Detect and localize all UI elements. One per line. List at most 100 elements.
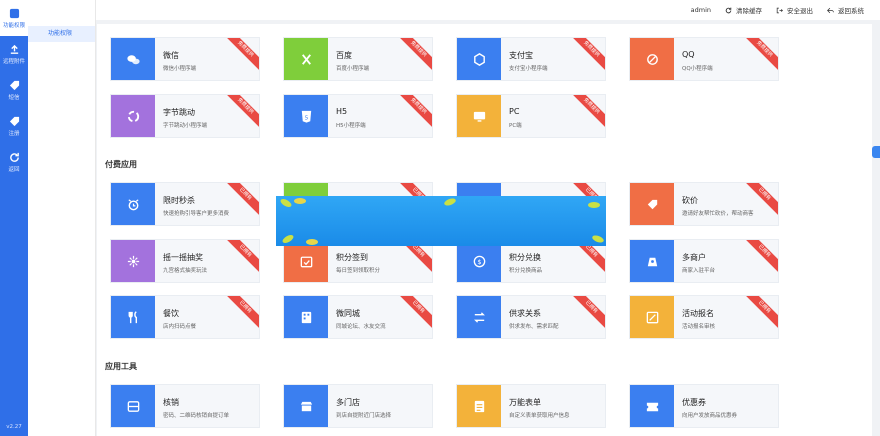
app-card-description: 供求发布、需求匹配 [509,324,559,330]
nav-item-remote-attachment[interactable]: 远程附件 [0,36,28,72]
app-card-description: 九宫格式抽奖玩法 [163,268,208,274]
signup-icon [630,296,674,338]
checkin-icon [284,240,328,282]
app-card-name: 摇一摇抽奖 [163,253,203,262]
leaf-decoration [591,234,605,244]
bargain-icon [630,183,674,225]
refresh-icon [9,152,19,162]
sub-nav: 功能权限 [28,0,96,436]
status-ribbon: 免费提供 [222,38,259,73]
app-card-name: 核销 [163,398,179,407]
app-card[interactable]: 供求关系 供求发布、需求匹配 已拥有 [456,295,606,339]
tag-icon [9,80,19,90]
app-card[interactable]: 万能表单 自定义表单获取用户信息 [456,384,606,428]
status-ribbon: 已拥有 [741,296,778,331]
leaf-decoration [281,233,295,245]
app-card-name: 多门店 [336,398,360,407]
app-card[interactable]: 多门店 到店自提附近门店选择 [283,384,433,428]
baidu-icon [284,38,328,80]
app-card[interactable]: 餐饮 店内扫码点餐 已拥有 [110,295,260,339]
app-card[interactable]: 微信 微信小程序端 免费提供 [110,37,260,81]
app-card-description: 同城论坛、水友交流 [336,324,386,330]
app-card-description: QQ小程序端 [682,66,713,72]
app-card[interactable]: 多商户 商家入驻平台 已拥有 [629,239,779,283]
nav-item-permissions[interactable]: 功能权限 [0,0,28,36]
logout-icon [776,7,783,13]
back-system-button[interactable]: 返回系统 [827,5,864,15]
leaf-decoration [588,202,600,208]
app-card[interactable]: 支付宝 支付宝小程序端 免费提供 [456,37,606,81]
leaf-decoration [294,198,306,204]
app-card-description: 字节跳动小程序端 [163,123,208,129]
main-nav: 功能权限 远程附件 短信 注册 返回 v2.27 [0,0,28,436]
side-float-button[interactable] [872,146,880,158]
status-ribbon: 免费提供 [395,95,432,130]
app-card-name: 万能表单 [509,398,541,407]
merchant-icon [630,240,674,282]
app-card-name: 优惠券 [682,398,706,407]
app-card-description: 店内扫码点餐 [163,324,197,330]
section-title-tools: 应用工具 [105,362,137,371]
status-ribbon: 已拥有 [395,296,432,331]
app-card[interactable]: 优惠券向用户发放商品优惠券 [629,384,779,428]
dining-icon [111,296,155,338]
app-card-description: 密码、二维码核销自提订单 [163,413,230,419]
nav-item-register[interactable]: 注册 [0,108,28,144]
app-card[interactable]: 核销密码、二维码核销自提订单 [110,384,260,428]
qq-icon [630,38,674,80]
alipay-icon [457,38,501,80]
city-icon [284,296,328,338]
app-card-name: H5 [336,107,348,116]
app-card-name: 百度 [336,51,352,60]
alarm-icon [111,183,155,225]
leaf-decoration [306,239,318,245]
leaf-decoration [279,197,293,209]
subnav-item-permissions[interactable]: 功能权限 [28,26,95,42]
status-ribbon: 免费提供 [741,38,778,73]
app-card-name: 字节跳动 [163,108,195,117]
banner-image [276,196,606,246]
app-card-name: QQ [682,50,695,59]
h5-icon: 5 [284,95,328,137]
app-card[interactable]: QQ QQ小程序端 免费提供 [629,37,779,81]
nav-item-back[interactable]: 返回 [0,144,28,180]
svg-text:$: $ [477,257,481,265]
logout-button[interactable]: 安全退出 [776,5,813,15]
app-card[interactable]: 微同城同城论坛、水友交流 已拥有 [283,295,433,339]
app-card-name: 微信 [163,51,179,60]
app-card-description: 邀请好友帮忙砍价，帮动商客 [682,211,754,217]
app-card-description: 百度小程序端 [336,66,370,72]
app-card[interactable]: 百度 百度小程序端 免费提供 [283,37,433,81]
status-ribbon: 已拥有 [741,240,778,275]
supply-icon [457,296,501,338]
lottery-icon [111,240,155,282]
app-card[interactable]: PC PC端 免费提供 [456,94,606,138]
app-card-description: 积分兑换商品 [509,268,543,274]
upload-icon [10,44,18,54]
app-card[interactable]: 活动报名 活动报名审核 已拥有 [629,295,779,339]
verify-icon [111,385,155,427]
app-card-description: 商家入驻平台 [682,268,716,274]
app-card-name: 微同城 [336,309,360,318]
status-ribbon: 已拥有 [222,240,259,275]
wechat-icon [111,38,155,80]
app-card[interactable]: 摇一摇抽奖九宫格式抽奖玩法 已拥有 [110,239,260,283]
app-card-name: 砍价 [682,196,698,205]
clear-cache-button[interactable]: 清除缓存 [725,5,762,15]
coupon-icon [630,385,674,427]
app-card[interactable]: 限时秒杀 快速抢购引导客户更多消费 已拥有 [110,182,260,226]
app-card[interactable]: 砍价 邀请好友帮忙砍价，帮动商客 已拥有 [629,182,779,226]
pc-icon [457,95,501,137]
form-icon [457,385,501,427]
app-card-name: 活动报名 [682,309,714,318]
app-card-description: 向用户发放商品优惠券 [682,413,738,419]
leaf-decoration [443,197,457,207]
app-card-name: 积分签到 [336,253,368,262]
app-card[interactable]: 5 H5 H5小程序端 免费提供 [283,94,433,138]
username[interactable]: admin [691,6,711,14]
tag-icon [9,116,19,126]
status-ribbon: 已拥有 [222,296,259,331]
app-card[interactable]: 字节跳动 字节跳动小程序端 免费提供 [110,94,260,138]
app-card-name: 供求关系 [509,309,541,318]
nav-item-sms[interactable]: 短信 [0,72,28,108]
